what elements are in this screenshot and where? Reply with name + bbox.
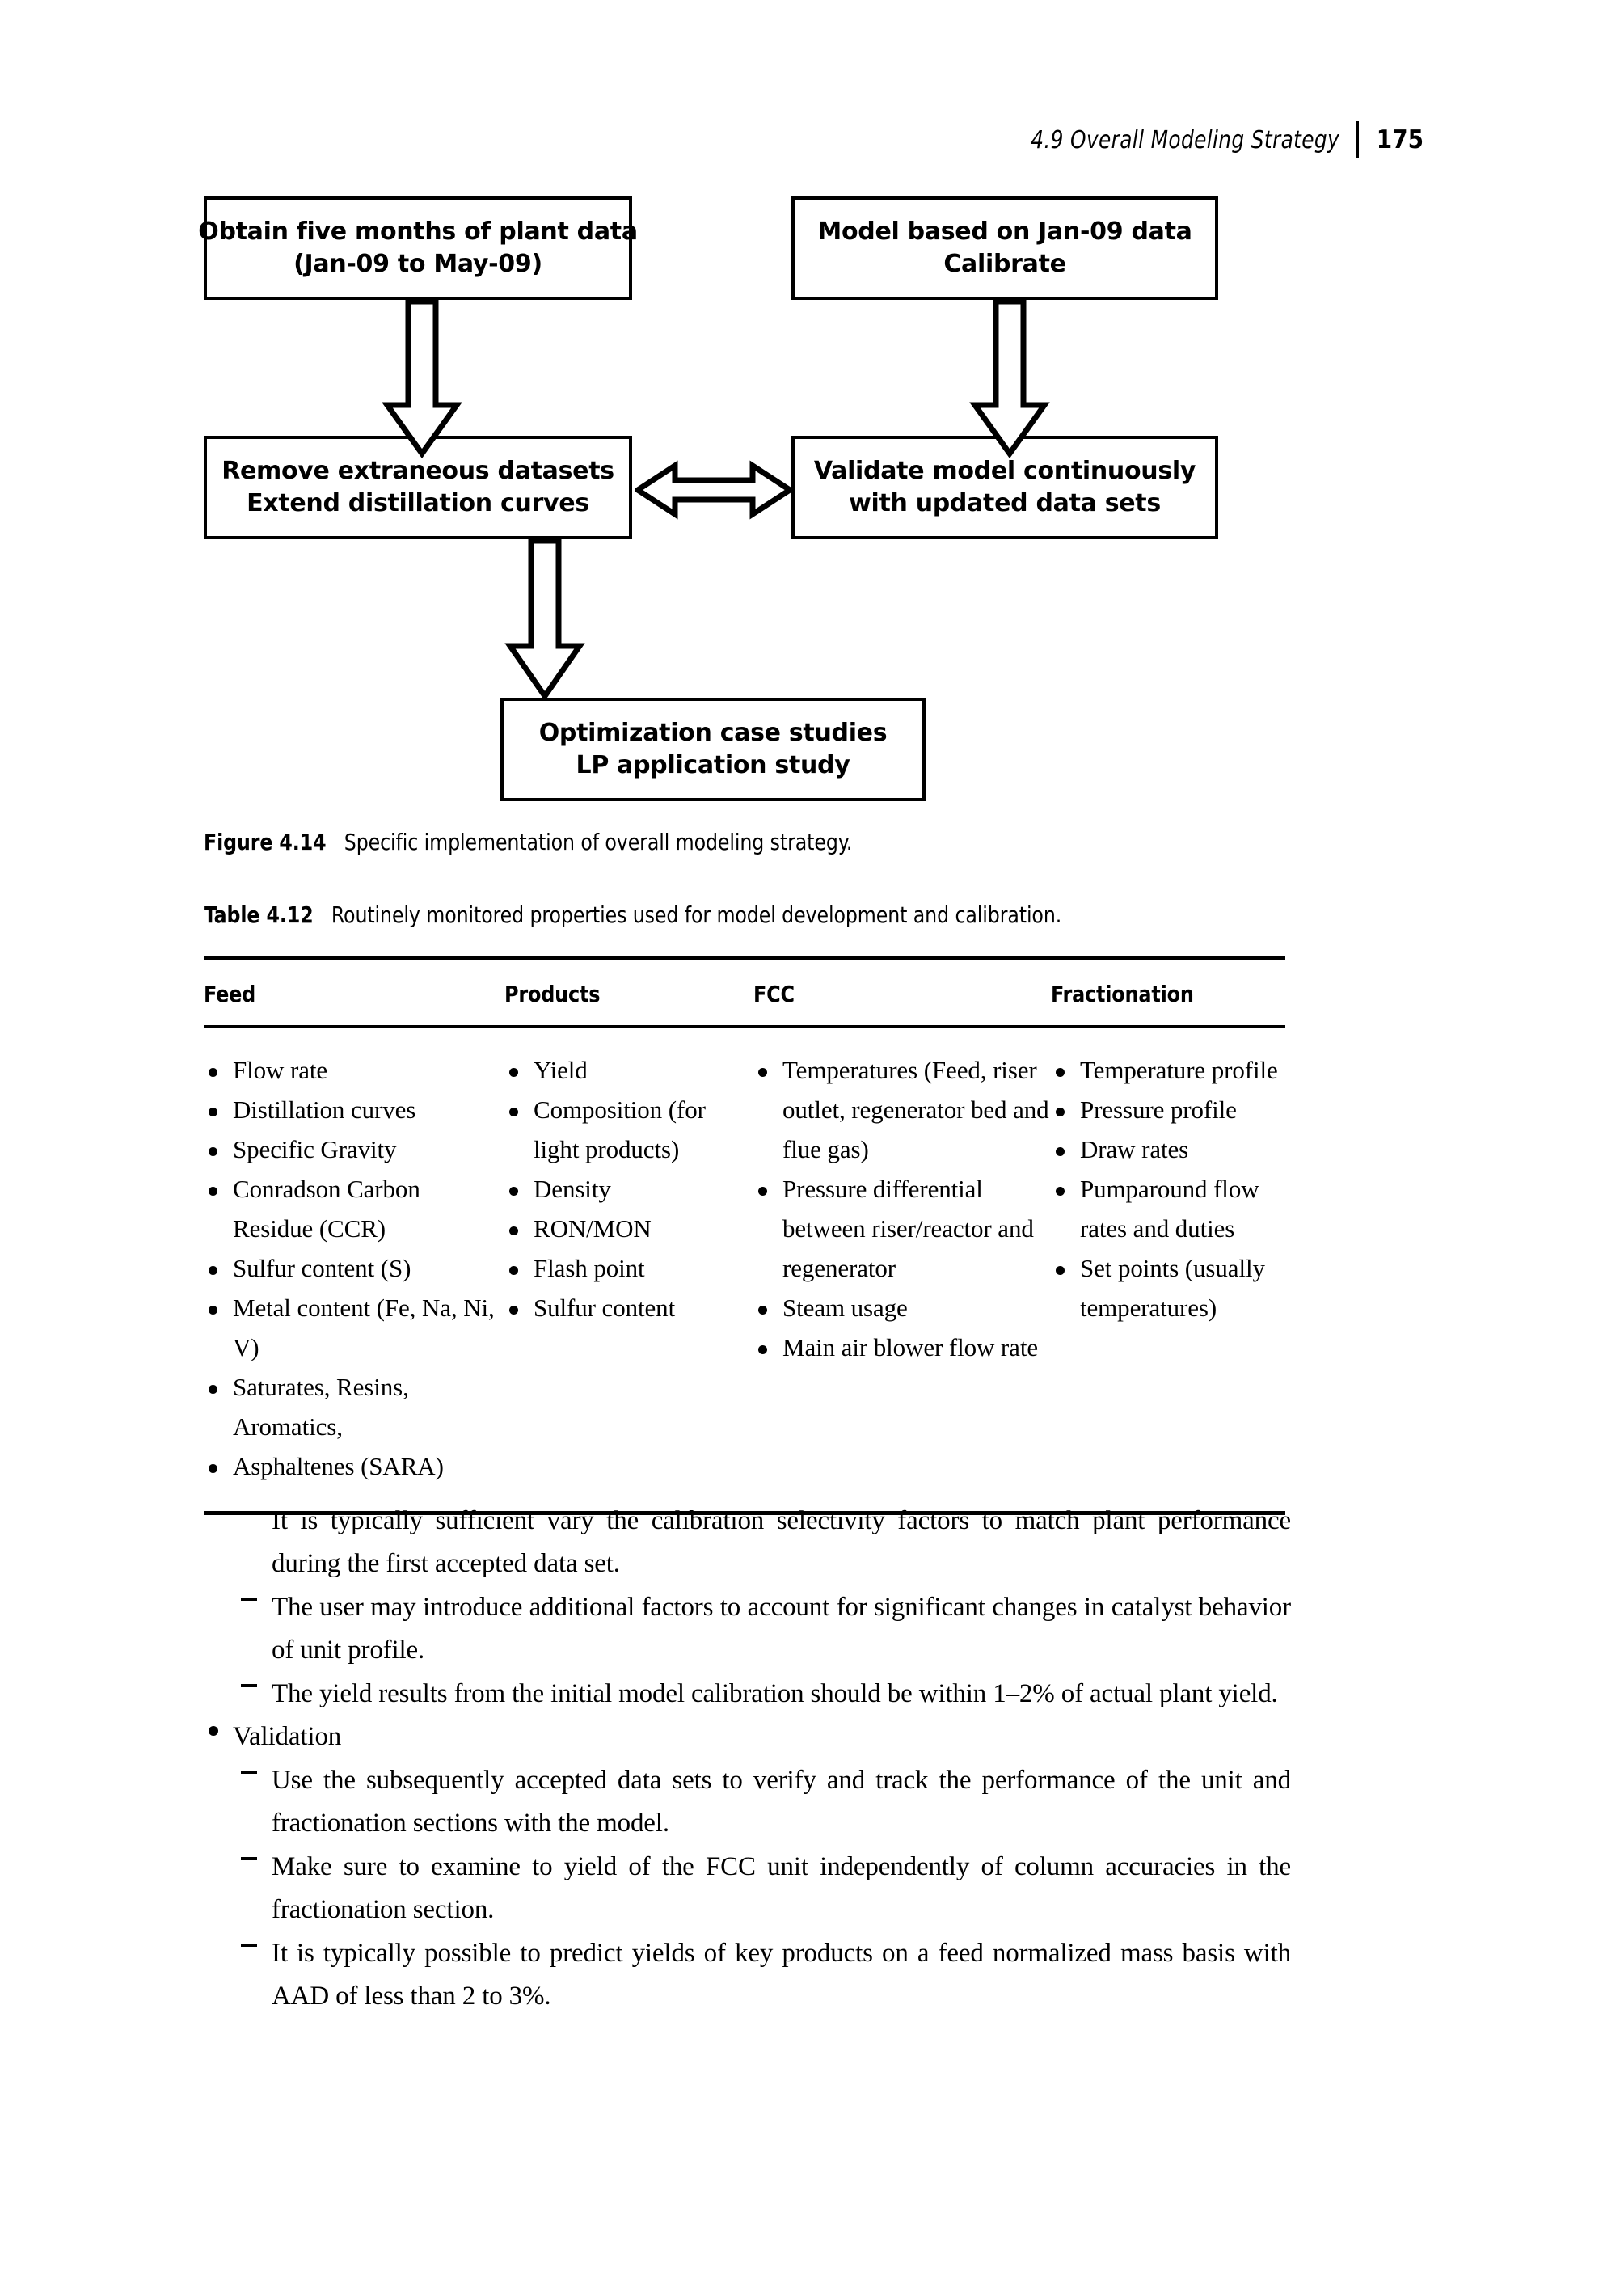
table-list-item: Saturates, Resins, Aromatics, bbox=[204, 1368, 504, 1447]
body-list-item-text: Make sure to examine to yield of the FCC… bbox=[272, 1851, 1291, 1925]
table-cell-fcc: Temperatures (Feed, riser outlet, regene… bbox=[753, 1051, 1051, 1487]
flowchart-box-validate-model-line1: Validate model continuously bbox=[813, 456, 1196, 485]
running-head-divider bbox=[1355, 121, 1359, 158]
dash-icon bbox=[241, 1857, 257, 1861]
dash-icon bbox=[241, 1598, 257, 1602]
table-body-row: Flow rate Distillation curves Specific Gra… bbox=[204, 1028, 1285, 1511]
table-list-item: Density bbox=[504, 1170, 753, 1209]
table-list-item: Flow rate bbox=[204, 1051, 504, 1091]
flowchart-box-validate-model-line2: with updated data sets bbox=[849, 489, 1161, 517]
arrow-down-icon bbox=[500, 539, 589, 701]
dash-icon bbox=[241, 1944, 257, 1948]
table-list-item: Sulfur content (S) bbox=[204, 1249, 504, 1289]
table-cell-products: Yield Composition (for light products) Den… bbox=[504, 1051, 753, 1487]
table-list-item: Pressure differential between riser/reac… bbox=[753, 1170, 1051, 1289]
table-caption-label: Table 4.12 bbox=[204, 901, 314, 928]
properties-table: Feed Products FCC Fractionation Flow rat… bbox=[204, 956, 1285, 1515]
flowchart-box-optimization-line1: Optimization case studies bbox=[538, 718, 888, 747]
dash-icon bbox=[241, 1684, 257, 1688]
body-list-item: It is typically possible to predict yiel… bbox=[239, 1932, 1291, 2019]
body-list-item-text: The yield results from the initial model… bbox=[272, 1678, 1278, 1708]
table-list-item: Temperatures (Feed, riser outlet, regene… bbox=[753, 1051, 1051, 1170]
table-list-item: Metal content (Fe, Na, Ni, V) bbox=[204, 1289, 504, 1368]
table-cell-fractionation: Temperature profile Pressure profile Draw … bbox=[1051, 1051, 1285, 1487]
table-list-item: RON/MON bbox=[504, 1209, 753, 1249]
flowchart-figure: Obtain five months of plant data (Jan-09… bbox=[198, 196, 1255, 827]
body-list-item-text: The user may introduce additional factor… bbox=[272, 1592, 1291, 1665]
body-list-item: The yield results from the initial model… bbox=[239, 1673, 1291, 1716]
body-list-item-text: Validation bbox=[233, 1722, 342, 1752]
table-list-item: Sulfur content bbox=[504, 1289, 753, 1328]
table-list-item: Distillation curves bbox=[204, 1091, 504, 1130]
table-header-products: Products bbox=[504, 981, 601, 1007]
table-list-item: Specific Gravity bbox=[204, 1130, 504, 1170]
dash-icon bbox=[241, 1771, 257, 1775]
body-list-item: Make sure to examine to yield of the FCC… bbox=[239, 1846, 1291, 1932]
document-page: 4.9 Overall Modeling Strategy 175 Obtain… bbox=[0, 0, 1624, 2292]
flowchart-box-remove-datasets-line2: Extend distillation curves bbox=[247, 489, 589, 517]
flowchart-box-model-calibrate-line2: Calibrate bbox=[943, 250, 1066, 278]
table-list-item: Main air blower flow rate bbox=[753, 1328, 1051, 1368]
body-list-item: It is typically sufficient vary the cali… bbox=[239, 1500, 1291, 1586]
table-header-fractionation: Fractionation bbox=[1051, 981, 1194, 1007]
table-list-item: Flash point bbox=[504, 1249, 753, 1289]
arrow-down-icon bbox=[378, 300, 466, 458]
arrow-left-right-icon bbox=[635, 459, 793, 521]
flowchart-box-optimization: Optimization case studies LP application… bbox=[500, 698, 926, 801]
body-bullet-list: It is typically sufficient vary the cali… bbox=[204, 1500, 1291, 2018]
arrow-down-icon bbox=[965, 300, 1054, 458]
figure-caption: Figure 4.14 Specific implementation of o… bbox=[204, 829, 852, 855]
table-list-item: Yield bbox=[504, 1051, 753, 1091]
table-header-fcc: FCC bbox=[753, 981, 795, 1007]
table-list-item: Conradson Carbon Residue (CCR) bbox=[204, 1170, 504, 1249]
table-list-item: Steam usage bbox=[753, 1289, 1051, 1328]
flowchart-box-optimization-line2: LP application study bbox=[576, 751, 850, 779]
body-list-item-text: Use the subsequently accepted data sets … bbox=[272, 1765, 1291, 1838]
body-list-item-text: It is typically possible to predict yiel… bbox=[272, 1938, 1291, 2011]
body-list-item: Use the subsequently accepted data sets … bbox=[239, 1759, 1291, 1846]
table-caption: Table 4.12 Routinely monitored propertie… bbox=[204, 901, 1061, 928]
table-list-item: Asphaltenes (SARA) bbox=[204, 1447, 504, 1487]
table-header-feed: Feed bbox=[204, 981, 256, 1007]
table-list-item: Set points (usually temperatures) bbox=[1051, 1249, 1285, 1328]
figure-caption-label: Figure 4.14 bbox=[204, 829, 327, 855]
flowchart-box-obtain-data-line2: (Jan-09 to May-09) bbox=[293, 250, 542, 278]
figure-caption-text: Specific implementation of overall model… bbox=[344, 829, 853, 855]
flowchart-box-obtain-data-line1: Obtain five months of plant data bbox=[198, 217, 638, 246]
page-number: 175 bbox=[1376, 125, 1424, 154]
table-header-row: Feed Products FCC Fractionation bbox=[204, 960, 1285, 1025]
running-head: 4.9 Overall Modeling Strategy 175 bbox=[1004, 121, 1424, 158]
body-list-item: The user may introduce additional factor… bbox=[239, 1586, 1291, 1673]
running-head-section: 4.9 Overall Modeling Strategy bbox=[1030, 125, 1339, 154]
flowchart-box-model-calibrate-line1: Model based on Jan-09 data bbox=[817, 217, 1192, 246]
dash-icon bbox=[241, 1511, 257, 1515]
bullet-icon bbox=[209, 1726, 218, 1737]
flowchart-box-remove-datasets-line1: Remove extraneous datasets bbox=[221, 456, 614, 485]
flowchart-box-model-calibrate: Model based on Jan-09 data Calibrate bbox=[791, 196, 1218, 300]
table-caption-text: Routinely monitored properties used for … bbox=[331, 901, 1062, 928]
table-list-item: Pumparound flow rates and duties bbox=[1051, 1170, 1285, 1249]
body-list-item-text: It is typically sufficient vary the cali… bbox=[272, 1506, 1291, 1579]
table-cell-feed: Flow rate Distillation curves Specific Gra… bbox=[204, 1051, 504, 1487]
body-list-item: Validation bbox=[204, 1716, 1291, 1758]
table-list-item: Composition (for light products) bbox=[504, 1091, 753, 1170]
table-list-item: Draw rates bbox=[1051, 1130, 1285, 1170]
table-list-item: Pressure profile bbox=[1051, 1091, 1285, 1130]
table-list-item: Temperature profile bbox=[1051, 1051, 1285, 1091]
flowchart-box-obtain-data: Obtain five months of plant data (Jan-09… bbox=[198, 196, 638, 300]
